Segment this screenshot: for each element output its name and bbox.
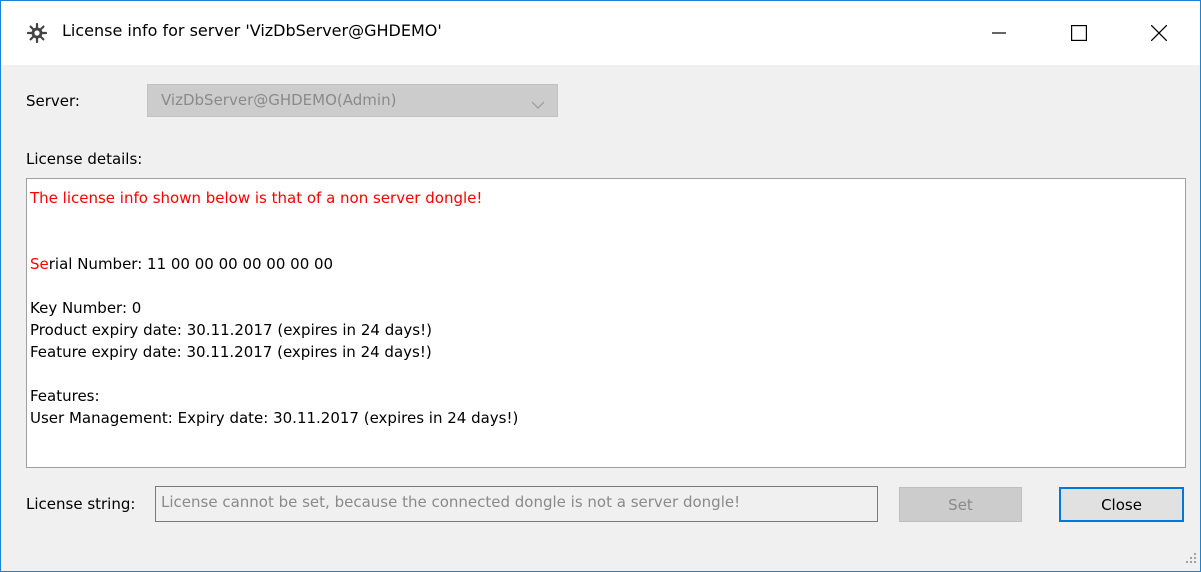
license-details-label: License details:	[26, 150, 143, 168]
license-info-dialog: License info for server 'VizDbServer@GHD…	[0, 0, 1201, 572]
license-details-textbox[interactable]: The license info shown below is that of …	[26, 178, 1186, 468]
close-window-button[interactable]	[1123, 1, 1195, 65]
maximize-icon	[1071, 25, 1087, 41]
set-button[interactable]: Set	[899, 487, 1022, 522]
serial-number-line: Serial Number: 11 00 00 00 00 00 00 00	[30, 253, 1182, 275]
warning-text: The license info shown below is that of …	[30, 189, 483, 207]
title-bar[interactable]: License info for server 'VizDbServer@GHD…	[1, 1, 1200, 65]
serial-number-prefix: Se	[30, 255, 49, 273]
features-heading: Features:	[30, 387, 100, 405]
resize-grip-icon[interactable]	[1185, 550, 1197, 568]
chevron-down-icon	[531, 96, 545, 114]
gear-icon	[26, 22, 48, 44]
product-expiry-line: Product expiry date: 30.11.2017 (expires…	[30, 321, 432, 339]
server-select[interactable]: VizDbServer@GHDEMO(Admin)	[147, 84, 558, 117]
window-title: License info for server 'VizDbServer@GHD…	[62, 21, 442, 40]
server-select-value: VizDbServer@GHDEMO(Admin)	[161, 91, 397, 109]
license-string-input[interactable]: License cannot be set, because the conne…	[155, 486, 878, 522]
license-string-label: License string:	[26, 495, 136, 513]
close-button[interactable]: Close	[1059, 487, 1184, 522]
feature-expiry-line: Feature expiry date: 30.11.2017 (expires…	[30, 343, 432, 361]
minimize-button[interactable]	[963, 1, 1035, 65]
feature-user-management-line: User Management: Expiry date: 30.11.2017…	[30, 409, 519, 427]
serial-number-text: rial Number: 11 00 00 00 00 00 00 00	[48, 255, 334, 273]
maximize-button[interactable]	[1043, 1, 1115, 65]
minimize-icon	[992, 26, 1006, 40]
close-icon	[1151, 25, 1167, 41]
key-number-line: Key Number: 0	[30, 299, 142, 317]
server-label: Server:	[26, 92, 80, 110]
